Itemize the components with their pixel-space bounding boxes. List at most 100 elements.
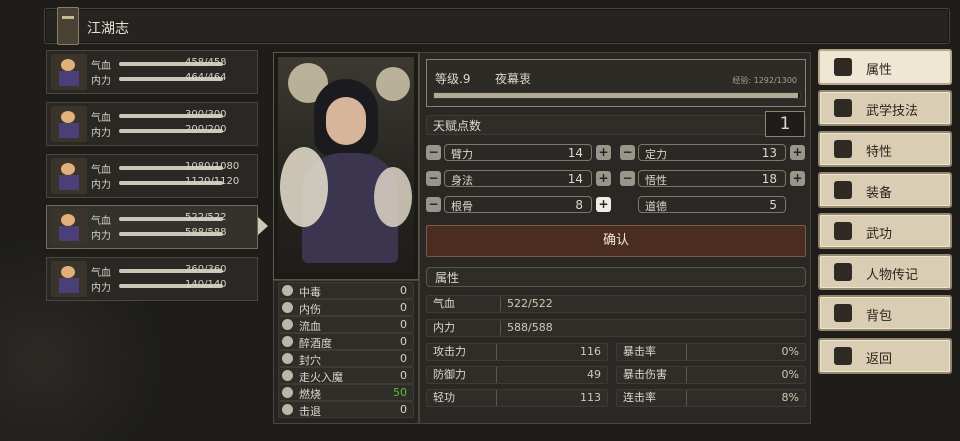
attr-plus-button[interactable]: +: [790, 145, 805, 160]
boot-icon: [282, 404, 293, 415]
menu-label: 武学技法: [866, 104, 919, 119]
character-card[interactable]: 气血 458/458 内力 464/464: [46, 50, 258, 94]
talent-points-label: 天赋点数: [433, 119, 482, 133]
mp-value: 140/140: [185, 279, 227, 290]
menu-equipment[interactable]: 装备: [818, 172, 952, 208]
wine-icon: [282, 336, 293, 347]
status-value: 0: [400, 403, 407, 416]
menu-martial-skills[interactable]: 武学技法: [818, 90, 952, 126]
attr-plus-button[interactable]: +: [596, 171, 611, 186]
attr-value: 13: [761, 146, 777, 160]
page-title: 江湖志: [87, 21, 129, 37]
attr-value: 18: [761, 172, 777, 186]
combat-stat: 攻击力 116: [426, 343, 608, 361]
exp-bar: [433, 92, 801, 99]
status-value: 0: [400, 352, 407, 365]
attr-minus-button[interactable]: −: [426, 171, 441, 186]
property-name: 气血: [427, 296, 501, 312]
attr-field: 悟性 18: [638, 170, 786, 187]
attr-minus-button[interactable]: −: [620, 171, 635, 186]
status-row: 中毒 0: [278, 282, 414, 299]
attr-plus-button[interactable]: +: [596, 197, 611, 212]
combat-stat-name: 暴击率: [617, 344, 687, 360]
attr-minus-button[interactable]: −: [426, 145, 441, 160]
selected-arrow-icon: [258, 217, 268, 235]
character-avatar: [51, 261, 87, 297]
hp-label: 气血: [91, 113, 111, 124]
status-value: 0: [400, 369, 407, 382]
mp-value: 200/200: [185, 124, 227, 135]
attr-minus-button[interactable]: −: [426, 197, 441, 212]
property-row: 气血 522/522: [426, 295, 806, 313]
character-card[interactable]: 气血 300/300 内力 200/200: [46, 102, 258, 146]
combat-stat: 防御力 49: [426, 366, 608, 384]
level-label: 等级.9: [435, 72, 471, 86]
combat-stat-value: 0%: [781, 345, 799, 358]
attr-field: 身法 14: [444, 170, 592, 187]
attr-field: 定力 13: [638, 144, 786, 161]
hp-value: 360/360: [185, 264, 227, 275]
status-value: 50: [393, 386, 407, 399]
scroll-icon: [834, 222, 852, 240]
exp-bar-fill: [434, 93, 798, 98]
property-value: 522/522: [507, 297, 553, 310]
menu-back[interactable]: 返回: [818, 338, 952, 374]
attr-field: 道德 5: [638, 196, 786, 213]
status-name: 内伤: [299, 303, 321, 316]
spiral-icon: [282, 370, 293, 381]
character-avatar: [51, 158, 87, 194]
hp-value: 300/300: [185, 109, 227, 120]
menu-traits[interactable]: 特性: [818, 131, 952, 167]
mp-label: 内力: [91, 283, 111, 294]
mp-value: 588/588: [185, 227, 227, 238]
attr-minus-button[interactable]: −: [620, 145, 635, 160]
attr-name: 根骨: [451, 200, 473, 213]
attr-field: 根骨 8: [444, 196, 592, 213]
combat-stat-value: 113: [580, 391, 601, 404]
blood-icon: [282, 319, 293, 330]
menu-biography[interactable]: 人物传记: [818, 254, 952, 290]
menu-label: 人物传记: [866, 268, 919, 283]
mp-label: 内力: [91, 231, 111, 242]
person-icon: [834, 58, 852, 76]
status-name: 中毒: [299, 286, 321, 299]
attr-value: 14: [567, 146, 583, 160]
status-row: 封穴 0: [278, 350, 414, 367]
door-icon: [834, 347, 852, 365]
combat-stat-name: 暴击伤害: [617, 367, 687, 383]
character-card[interactable]: 气血 1080/1080 内力 1120/1120: [46, 154, 258, 198]
exp-text: 经验: 1292/1300: [732, 76, 797, 85]
status-value: 0: [400, 335, 407, 348]
character-card[interactable]: 气血 360/360 内力 140/140: [46, 257, 258, 301]
attr-value: 5: [769, 198, 777, 212]
attr-name: 道德: [645, 200, 667, 213]
status-name: 走火入魔: [299, 371, 343, 384]
combat-stat: 轻功 113: [426, 389, 608, 407]
mp-value: 1120/1120: [185, 176, 240, 187]
menu-kungfu[interactable]: 武功: [818, 213, 952, 249]
martial-icon: [834, 99, 852, 117]
menu-label: 装备: [866, 186, 893, 201]
status-row: 醉酒度 0: [278, 333, 414, 350]
attr-name: 定力: [645, 148, 667, 161]
menu-attributes[interactable]: 属性: [818, 49, 952, 85]
combat-stat: 连击率 8%: [616, 389, 806, 407]
attr-plus-button[interactable]: +: [596, 145, 611, 160]
status-value: 0: [400, 301, 407, 314]
character-portrait: [278, 57, 414, 273]
combat-stat-value: 0%: [781, 368, 799, 381]
confirm-button[interactable]: 确认: [426, 225, 806, 257]
menu-label: 武功: [866, 227, 893, 242]
combat-stat-value: 116: [580, 345, 601, 358]
status-row: 走火入魔 0: [278, 367, 414, 384]
combat-stat-value: 49: [587, 368, 601, 381]
bag-icon: [834, 304, 852, 322]
attr-plus-button[interactable]: +: [790, 171, 805, 186]
combat-stat-name: 连击率: [617, 390, 687, 406]
mp-value: 464/464: [185, 72, 227, 83]
status-row: 燃烧 50: [278, 384, 414, 401]
menu-inventory[interactable]: 背包: [818, 295, 952, 331]
status-name: 封穴: [299, 354, 321, 367]
character-card-selected[interactable]: 气血 522/522 内力 588/588: [46, 205, 258, 249]
talent-points-row: 天赋点数: [426, 115, 806, 135]
